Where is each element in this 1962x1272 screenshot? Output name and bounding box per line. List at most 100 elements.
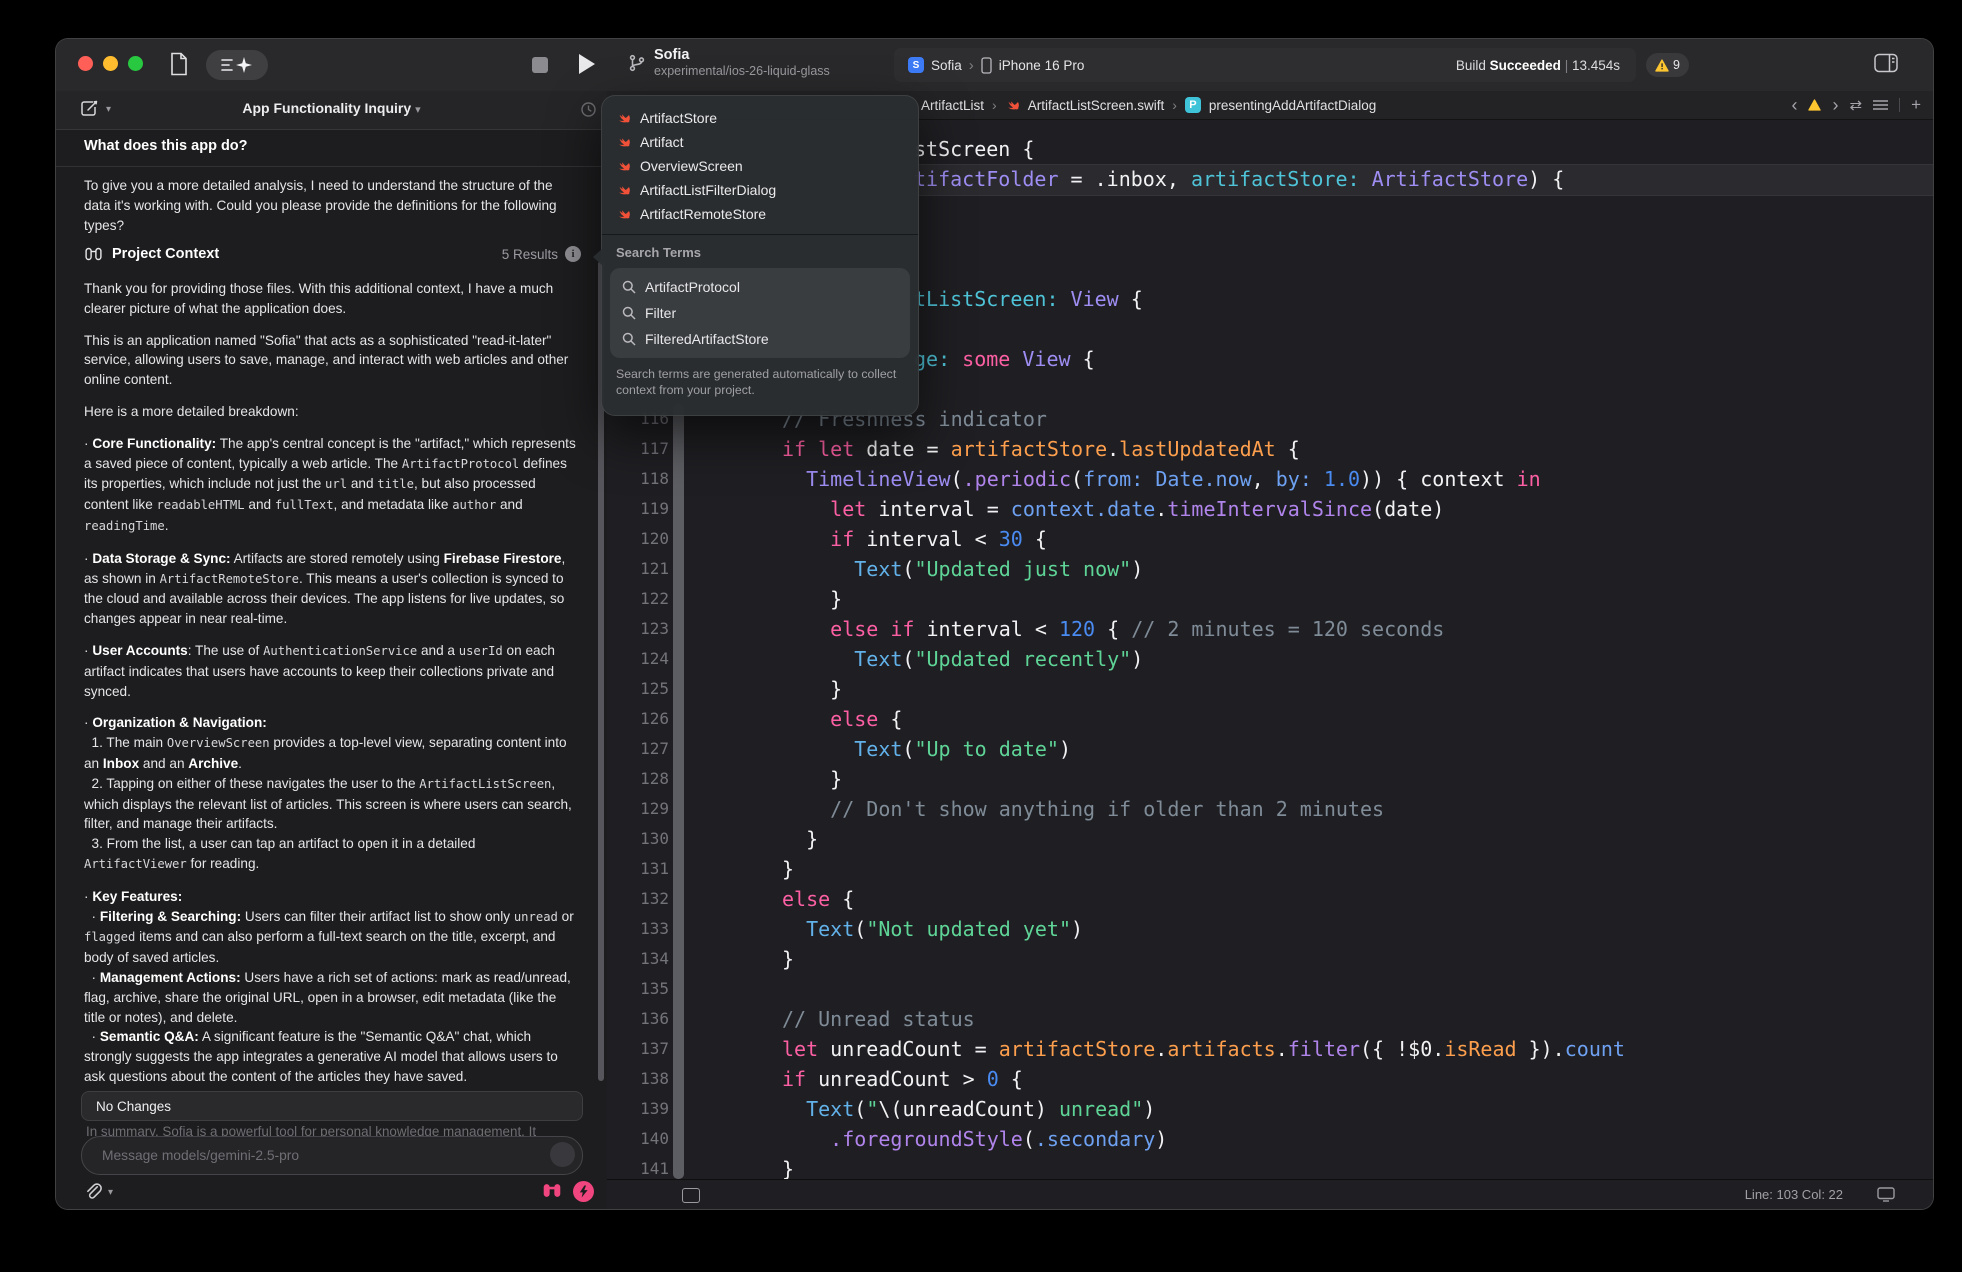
code-line[interactable]: 137let unreadCount = artifactStore.artif…: [607, 1034, 1933, 1064]
line-number[interactable]: 119: [607, 494, 669, 524]
context-file-item[interactable]: ArtifactListFilterDialog: [602, 178, 918, 202]
attach-icon[interactable]: [83, 1181, 102, 1206]
code-line[interactable]: 126 else {: [607, 704, 1933, 734]
line-number[interactable]: 121: [607, 554, 669, 584]
line-number[interactable]: 125: [607, 674, 669, 704]
code-line[interactable]: 117 if let date = artifactStore.lastUpdat…: [607, 434, 1933, 464]
display-icon[interactable]: [1877, 1187, 1895, 1207]
code-line[interactable]: 140 .foregroundStyle(.secondary): [607, 1124, 1933, 1154]
conversation-title[interactable]: App Functionality Inquiry ▾: [56, 100, 607, 116]
context-binoculars-icon[interactable]: [542, 1182, 562, 1204]
code-fragment[interactable]: tListScreen: View {: [914, 284, 1143, 314]
line-number[interactable]: 133: [607, 914, 669, 944]
project-status[interactable]: Sofia experimental/ios-26-liquid-glass: [628, 46, 830, 80]
code-line[interactable]: 134}: [607, 944, 1933, 974]
line-number[interactable]: 127: [607, 734, 669, 764]
context-file-item[interactable]: Artifact: [602, 130, 918, 154]
context-file-list: ArtifactStoreArtifactOverviewScreenArtif…: [602, 106, 918, 226]
line-number[interactable]: 130: [607, 824, 669, 854]
iphone-icon: [981, 57, 992, 74]
no-changes-bar[interactable]: No Changes: [81, 1091, 583, 1121]
code-line[interactable]: 124 Text("Updated recently"): [607, 644, 1933, 674]
add-editor-icon[interactable]: +: [1911, 95, 1921, 115]
line-number[interactable]: 136: [607, 1004, 669, 1034]
swap-editor-icon[interactable]: ⇄: [1849, 96, 1862, 114]
line-number[interactable]: 132: [607, 884, 669, 914]
code-fragment[interactable]: stScreen {: [914, 134, 1034, 164]
line-number[interactable]: 124: [607, 644, 669, 674]
context-file-item[interactable]: OverviewScreen: [602, 154, 918, 178]
auto-apply-icon[interactable]: [573, 1181, 594, 1202]
code-line[interactable]: 141}: [607, 1154, 1933, 1179]
line-number[interactable]: 140: [607, 1124, 669, 1154]
code-line[interactable]: 118 TimelineView(.periodic(from: Date.no…: [607, 464, 1933, 494]
code-line[interactable]: 138if unreadCount > 0 {: [607, 1064, 1933, 1094]
issue-warning-icon[interactable]: [1808, 99, 1821, 111]
ai-assistant-button[interactable]: [206, 50, 268, 80]
stop-button[interactable]: [532, 57, 548, 73]
code-line[interactable]: 135: [607, 974, 1933, 1004]
line-number[interactable]: 120: [607, 524, 669, 554]
breadcrumb-symbol[interactable]: presentingAddArtifactDialog: [1209, 98, 1376, 113]
line-number[interactable]: 128: [607, 764, 669, 794]
line-number[interactable]: 138: [607, 1064, 669, 1094]
code-line[interactable]: 128 }: [607, 764, 1933, 794]
code-line[interactable]: 119 let interval = context.date.timeInte…: [607, 494, 1933, 524]
new-document-icon[interactable]: [169, 52, 189, 82]
back-icon[interactable]: ‹: [1791, 95, 1797, 116]
context-file-item[interactable]: ArtifactRemoteStore: [602, 202, 918, 226]
code-line[interactable]: 122 }: [607, 584, 1933, 614]
line-number[interactable]: 139: [607, 1094, 669, 1124]
code-line[interactable]: 120 if interval < 30 {: [607, 524, 1933, 554]
run-button[interactable]: [579, 54, 595, 74]
code-line[interactable]: 133 Text("Not updated yet"): [607, 914, 1933, 944]
code-text: if let date = artifactStore.lastUpdatedA…: [782, 434, 1300, 464]
history-icon[interactable]: [580, 101, 597, 123]
close-window-button[interactable]: [78, 56, 93, 71]
run-destination[interactable]: iPhone 16 Pro: [999, 58, 1085, 73]
zoom-window-button[interactable]: [128, 56, 143, 71]
code-line[interactable]: 132else {: [607, 884, 1933, 914]
build-status[interactable]: Build Succeeded | 13.454s: [1456, 58, 1636, 73]
code-line[interactable]: 136// Unread status: [607, 1004, 1933, 1034]
inspector-toggle-icon[interactable]: [1874, 53, 1898, 79]
chevron-right-icon: ›: [992, 97, 997, 113]
scheme-name[interactable]: Sofia: [931, 58, 962, 73]
forward-icon[interactable]: ›: [1832, 95, 1838, 116]
line-number[interactable]: 141: [607, 1154, 669, 1179]
line-list-icon[interactable]: [1873, 99, 1888, 111]
code-line[interactable]: 131}: [607, 854, 1933, 884]
breadcrumb-file[interactable]: ArtifactListScreen.swift: [1028, 98, 1165, 113]
send-button[interactable]: [550, 1142, 575, 1167]
code-line[interactable]: 121 Text("Updated just now"): [607, 554, 1933, 584]
code-line[interactable]: 130 }: [607, 824, 1933, 854]
code-line[interactable]: 139 Text("\(unreadCount) unread"): [607, 1094, 1933, 1124]
code-line[interactable]: 129 // Don't show anything if older than…: [607, 794, 1933, 824]
code-fragment[interactable]: ge: some View {: [914, 344, 1095, 374]
line-number[interactable]: 134: [607, 944, 669, 974]
code-line[interactable]: 127 Text("Up to date"): [607, 734, 1933, 764]
line-number[interactable]: 129: [607, 794, 669, 824]
editor-mode-icon[interactable]: [682, 1188, 700, 1203]
scheme-selector[interactable]: S Sofia › iPhone 16 Pro Build Succeeded …: [894, 48, 1636, 82]
project-context-row[interactable]: Project Context 5 Results i: [84, 246, 581, 262]
chevron-down-icon[interactable]: ▾: [108, 1187, 113, 1198]
code-line[interactable]: 125 }: [607, 674, 1933, 704]
line-number[interactable]: 131: [607, 854, 669, 884]
breadcrumb-group[interactable]: ArtifactList: [921, 98, 984, 113]
warnings-badge[interactable]: 9: [1646, 53, 1689, 77]
line-number[interactable]: 123: [607, 614, 669, 644]
code-fragment[interactable]: tifactFolder = .inbox, artifactStore: Ar…: [914, 164, 1564, 194]
line-number[interactable]: 117: [607, 434, 669, 464]
line-number[interactable]: 137: [607, 1034, 669, 1064]
code-line[interactable]: 123 else if interval < 120 { // 2 minute…: [607, 614, 1933, 644]
line-number[interactable]: 118: [607, 464, 669, 494]
chat-input[interactable]: [100, 1147, 524, 1164]
context-file-item[interactable]: ArtifactStore: [602, 106, 918, 130]
minimize-window-button[interactable]: [103, 56, 118, 71]
line-number[interactable]: 122: [607, 584, 669, 614]
code-area[interactable]: 116// Freshness indicator117if let date …: [607, 404, 1933, 1179]
line-number[interactable]: 126: [607, 704, 669, 734]
line-number[interactable]: 135: [607, 974, 669, 1004]
info-icon[interactable]: i: [565, 246, 581, 262]
